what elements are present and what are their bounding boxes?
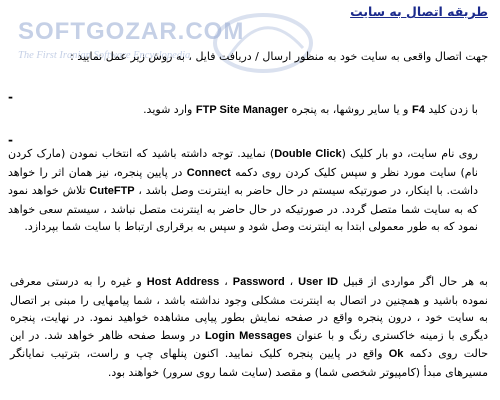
step3-password: Password [232,276,285,288]
step2-paragraph: روی نام سایت، دو بار کلیک (Double Click)… [8,145,478,236]
document-page: SOFTGOZAR.COM The First Iranian Software… [0,0,500,400]
watermark: SOFTGOZAR.COM The First Iranian Software… [18,8,318,78]
intro-text: جهت اتصال واقعی به سایت خود به منظور ارس… [70,50,488,63]
watermark-logo: SOFTGOZAR.COM [18,18,245,45]
step1-window-name: FTP Site Manager [195,104,288,116]
step3-login-messages: Login Messages [204,329,292,342]
step2-double-click: Double Click [274,148,342,160]
step2-cuteftp: CuteFTP [89,185,135,197]
step3-sep-2: ، [289,275,294,288]
step2-text-a: روی نام سایت، دو بار کلیک ( [341,147,478,160]
step1-text-a: با زدن کلید [428,103,478,116]
step1-text-b: و یا سایر روشها، به پنجره [291,103,409,116]
step3-user-id: User ID [298,276,339,288]
step3-sep-1: ، [224,275,228,288]
step1-paragraph: با زدن کلید F4 و یا سایر روشها، به پنجره… [8,102,478,118]
watermark-emblem-icon [213,13,313,73]
step3-host-address: Host Address [146,276,220,288]
page-title: طريقه اتصال به سايت [350,4,488,19]
step1-key: F4 [411,104,425,116]
step3-text-a: به هر حال اگر مواردی از قبیل [343,275,488,288]
intro-paragraph: جهت اتصال واقعی به سایت خود به منظور ارس… [12,49,488,65]
step2-connect: Connect [186,166,231,179]
step1-text-c: وارد شوید. [143,103,193,116]
step3-ok: Ok [388,348,404,360]
step3-paragraph: به هر حال اگر مواردی از قبیل Host Addres… [10,273,488,381]
